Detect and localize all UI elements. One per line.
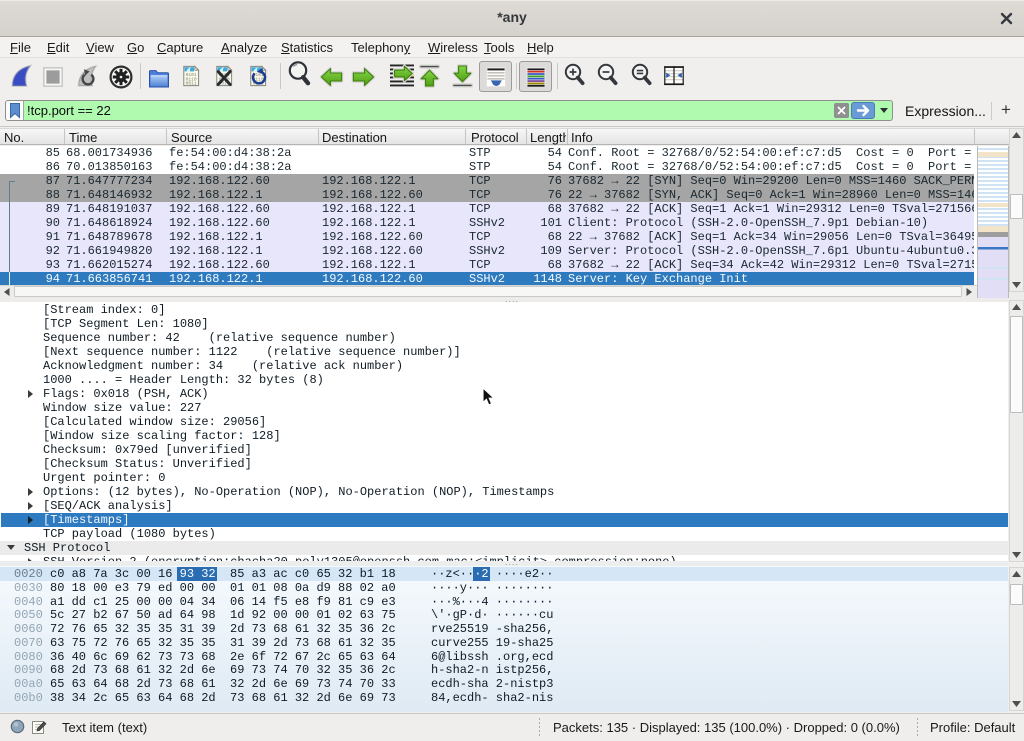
svg-text:0011: 0011 xyxy=(185,81,196,87)
